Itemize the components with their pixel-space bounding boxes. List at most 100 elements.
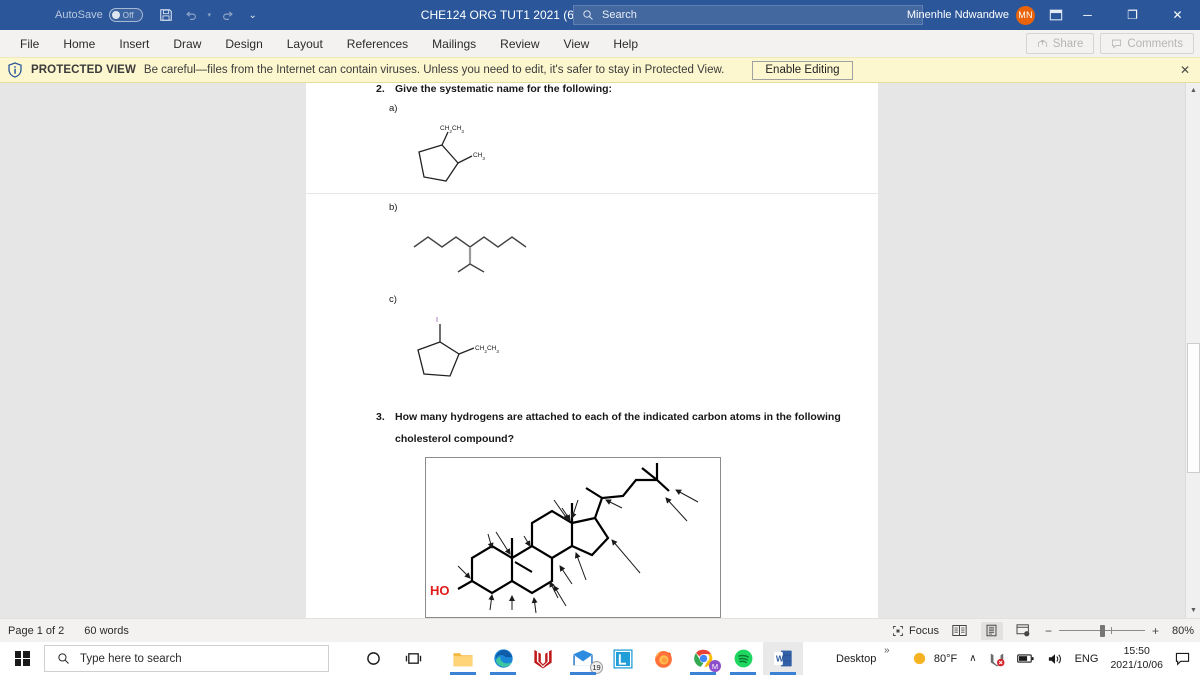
word-icon[interactable]: W — [763, 642, 803, 675]
comments-label: Comments — [1127, 37, 1183, 50]
question-2b-label: b) — [389, 202, 398, 213]
search-box[interactable]: Search — [573, 5, 923, 25]
protected-view-title: PROTECTED VIEW — [31, 64, 136, 76]
read-mode-icon[interactable] — [949, 622, 971, 640]
tab-references[interactable]: References — [335, 33, 420, 55]
zoom-slider[interactable] — [1058, 624, 1145, 637]
zoom-in-button[interactable]: + — [1152, 624, 1159, 638]
show-hidden-icons-button[interactable]: ∧ — [963, 642, 982, 675]
scroll-up-icon[interactable]: ▲ — [1186, 83, 1200, 98]
structure-2c-label-iodine: I — [436, 317, 438, 324]
document-canvas[interactable]: 2. Give the systematic name for the foll… — [0, 83, 1200, 618]
undo-icon[interactable] — [180, 4, 202, 26]
mail-icon[interactable]: 19 — [563, 642, 603, 675]
taskbar-search-input[interactable]: Type here to search — [44, 645, 329, 672]
mcafee-alert-icon[interactable] — [983, 642, 1011, 675]
document-page-1: 2. Give the systematic name for the foll… — [306, 83, 878, 193]
enable-editing-button[interactable]: Enable Editing — [752, 60, 853, 80]
tab-design[interactable]: Design — [213, 33, 274, 55]
tab-mailings[interactable]: Mailings — [420, 33, 488, 55]
avatar[interactable]: MN — [1016, 5, 1035, 25]
window-controls: ─ ❐ ✕ — [1065, 0, 1200, 30]
autosave-toggle[interactable]: Off — [108, 8, 143, 22]
tab-draw[interactable]: Draw — [161, 33, 213, 55]
ribbon-tab-bar: File Home Insert Draw Design Layout Refe… — [0, 30, 1200, 57]
taskbar-overflow-icon[interactable]: » — [884, 645, 890, 656]
protected-view-message: Be careful—files from the Internet can c… — [143, 64, 725, 76]
clock[interactable]: 15:50 2021/10/06 — [1104, 642, 1169, 675]
autosave-toggle-knob — [111, 11, 120, 19]
weather-widget[interactable]: 80°F — [906, 642, 963, 675]
customize-quick-access-icon[interactable]: ⌄ — [242, 4, 264, 26]
minimize-button[interactable]: ─ — [1065, 0, 1110, 30]
chrome-icon[interactable]: M — [683, 642, 723, 675]
volume-icon[interactable] — [1041, 642, 1069, 675]
title-bar: AutoSave Off ▾ ⌄ CHE124 ORG TUT1 2021 (6… — [0, 0, 1200, 30]
tab-insert[interactable]: Insert — [107, 33, 161, 55]
windows-start-icon[interactable] — [0, 642, 44, 675]
zoom-slider-tick — [1110, 626, 1112, 634]
tab-help[interactable]: Help — [601, 33, 650, 55]
page-indicator[interactable]: Page 1 of 2 — [8, 625, 64, 637]
question-2-number: 2. — [376, 83, 385, 95]
ribbon-tabs: File Home Insert Draw Design Layout Refe… — [0, 33, 650, 55]
firefox-icon[interactable] — [643, 642, 683, 675]
close-icon[interactable]: ✕ — [1180, 63, 1190, 77]
windows-logo — [14, 651, 30, 666]
clock-time: 15:50 — [1123, 645, 1150, 658]
zoom-level-label[interactable]: 80% — [1166, 625, 1194, 637]
undo-dropdown-icon[interactable]: ▾ — [205, 4, 214, 26]
question-2-text: Give the systematic name for the followi… — [395, 83, 613, 95]
spotify-icon[interactable] — [723, 642, 763, 675]
restore-button[interactable]: ❐ — [1110, 0, 1155, 30]
search-icon — [57, 652, 70, 665]
structure-2c: I CH2CH3 — [404, 312, 534, 387]
search-icon — [582, 9, 594, 21]
comments-button[interactable]: Comments — [1100, 33, 1194, 54]
desktop-button[interactable]: Desktop — [836, 642, 876, 675]
save-icon[interactable] — [155, 4, 177, 26]
tab-layout[interactable]: Layout — [275, 33, 335, 55]
account-area[interactable]: Minenhle Ndwandwe MN — [907, 0, 1035, 30]
question-2c-label: c) — [389, 294, 397, 305]
close-button[interactable]: ✕ — [1155, 0, 1200, 30]
microsoft-edge-icon[interactable] — [483, 642, 523, 675]
zoom-control[interactable]: − + 80% — [1045, 624, 1194, 638]
tab-file[interactable]: File — [8, 33, 51, 55]
quick-access-toolbar: ▾ ⌄ — [155, 4, 264, 26]
tab-home[interactable]: Home — [51, 33, 107, 55]
structure-2a-label-methyl: CH3 — [473, 152, 485, 161]
comment-icon — [1111, 38, 1122, 49]
document-page-2: b) c) I CH2CH3 3. How many hydrogens are… — [306, 194, 878, 618]
file-explorer-icon[interactable] — [443, 642, 483, 675]
zoom-slider-handle[interactable] — [1099, 624, 1105, 637]
share-button[interactable]: Share — [1025, 33, 1095, 54]
cholesterol-figure: HO — [425, 457, 721, 618]
language-indicator[interactable]: ENG — [1069, 642, 1105, 675]
mcafee-icon[interactable] — [523, 642, 563, 675]
task-view-icon[interactable] — [393, 642, 433, 675]
redo-icon[interactable] — [217, 4, 239, 26]
structure-2c-label-ethyl: CH2CH3 — [475, 345, 499, 354]
tab-review[interactable]: Review — [488, 33, 551, 55]
word-count[interactable]: 60 words — [84, 625, 129, 637]
autosave-control[interactable]: AutoSave Off — [55, 8, 143, 22]
vertical-scrollbar[interactable]: ▲ ▼ — [1185, 83, 1200, 618]
question-3-line1: How many hydrogens are attached to each … — [395, 411, 841, 423]
cortana-icon[interactable] — [353, 642, 393, 675]
scroll-down-icon[interactable]: ▼ — [1186, 603, 1200, 618]
print-layout-icon[interactable] — [980, 621, 1003, 640]
focus-mode-button[interactable]: Focus — [892, 625, 939, 637]
notification-icon[interactable] — [1169, 642, 1200, 675]
focus-mode-icon — [892, 625, 904, 637]
scrollbar-thumb[interactable] — [1187, 343, 1200, 473]
battery-icon[interactable] — [1011, 642, 1041, 675]
web-layout-icon[interactable] — [1013, 622, 1035, 640]
protected-view-bar: PROTECTED VIEW Be careful—files from the… — [0, 57, 1200, 83]
lastpass-icon[interactable] — [603, 642, 643, 675]
tab-view[interactable]: View — [552, 33, 602, 55]
share-label: Share — [1052, 37, 1084, 50]
status-bar-left: Page 1 of 2 60 words — [0, 625, 129, 637]
zoom-out-button[interactable]: − — [1045, 624, 1052, 638]
taskbar-app-icons: 19 M W — [443, 642, 803, 675]
